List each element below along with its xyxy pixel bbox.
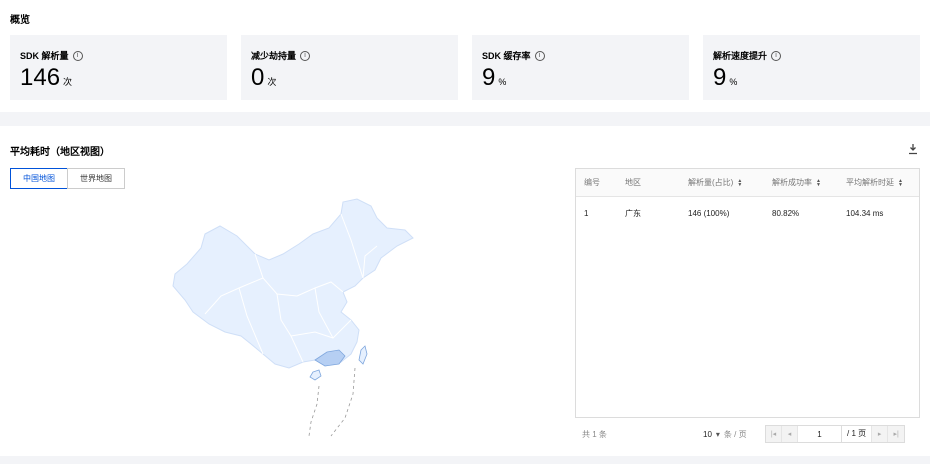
page-number-input[interactable]: [798, 426, 842, 442]
sort-icon[interactable]: ▲ ▼: [816, 178, 821, 187]
stat-unit: 次: [267, 77, 277, 87]
stat-card-hijack-reduction: 减少劫持量 i 0次: [241, 35, 458, 100]
sort-icon[interactable]: ▲ ▼: [898, 178, 903, 187]
stat-card-sdk-queries: SDK 解析量 i 146 次: [10, 35, 227, 100]
stat-unit: 次: [63, 77, 73, 87]
stat-unit: %: [498, 77, 507, 87]
stat-card-cache-rate: SDK 缓存率 i 9%: [472, 35, 689, 100]
cell-region: 广东: [625, 208, 641, 218]
col-id: 编号: [584, 178, 600, 187]
col-success-rate[interactable]: 解析成功率 ▲ ▼: [764, 169, 838, 196]
pagination-controls: |◂ ◂ / 1 页 ▸ ▸|: [765, 425, 906, 443]
latency-title: 平均耗时（地区视图）: [10, 147, 110, 158]
stat-value: 9: [713, 64, 727, 91]
col-queries[interactable]: 解析量(占比) ▲ ▼: [680, 169, 764, 196]
tab-world-map[interactable]: 世界地图: [67, 168, 125, 189]
stat-value: 146: [20, 64, 61, 91]
overview-title: 概览: [10, 15, 30, 26]
map-region-hainan: [309, 369, 322, 381]
download-icon[interactable]: [908, 143, 918, 155]
sort-icon[interactable]: ▲ ▼: [737, 178, 742, 187]
region-table: 编号 地区 解析量(占比) ▲ ▼ 解析成功率 ▲ ▼ 平均解析时延 ▲ ▼ 1 广东 14…: [575, 168, 920, 418]
stat-label: SDK 解析量: [20, 51, 69, 61]
stat-unit: %: [729, 77, 738, 87]
map-tabs: 中国地图 世界地图: [10, 168, 125, 189]
col-region: 地区: [625, 178, 641, 187]
last-page-button[interactable]: ▸|: [888, 426, 905, 442]
map-region-taiwan: [358, 345, 368, 365]
page-size-unit: 条 / 页: [723, 429, 747, 439]
info-icon[interactable]: i: [300, 50, 311, 61]
col-queries-label: 解析量(占比): [688, 178, 734, 187]
map-mainland: [172, 198, 414, 369]
tab-china-map[interactable]: 中国地图: [10, 168, 68, 189]
cell-id: 1: [584, 208, 589, 218]
info-icon[interactable]: i: [72, 50, 83, 61]
col-latency[interactable]: 平均解析时延 ▲ ▼: [838, 169, 919, 196]
stat-value: 0: [251, 64, 265, 91]
cell-queries: 146 (100%): [688, 208, 730, 218]
page-size-value: 10: [703, 429, 712, 439]
col-latency-label: 平均解析时延: [846, 178, 894, 187]
stat-label: SDK 缓存率: [482, 51, 531, 61]
total-pages: / 1 页: [842, 426, 873, 442]
info-icon[interactable]: i: [771, 50, 782, 61]
stat-label: 解析速度提升: [713, 51, 768, 61]
pagination-total: 共 1 条: [582, 429, 607, 439]
china-map: [172, 198, 414, 437]
table-header: 编号 地区 解析量(占比) ▲ ▼ 解析成功率 ▲ ▼ 平均解析时延 ▲ ▼: [576, 169, 919, 197]
prev-page-button[interactable]: ◂: [782, 426, 798, 442]
cell-latency: 104.34 ms: [846, 208, 884, 218]
stat-label: 减少劫持量: [251, 51, 297, 61]
cell-success-rate: 80.82%: [772, 208, 800, 218]
col-success-label: 解析成功率: [772, 178, 812, 187]
page-size-select[interactable]: 10 ▾ 条 / 页: [703, 425, 747, 443]
chevron-down-icon: ▾: [715, 429, 720, 439]
table-row: 1 广东 146 (100%) 80.82% 104.34 ms: [576, 197, 919, 229]
info-icon[interactable]: i: [534, 50, 545, 61]
stat-card-speed-boost: 解析速度提升 i 9%: [703, 35, 920, 100]
first-page-button[interactable]: |◂: [766, 426, 782, 442]
stat-value: 9: [482, 64, 496, 91]
next-page-button[interactable]: ▸: [872, 426, 889, 442]
